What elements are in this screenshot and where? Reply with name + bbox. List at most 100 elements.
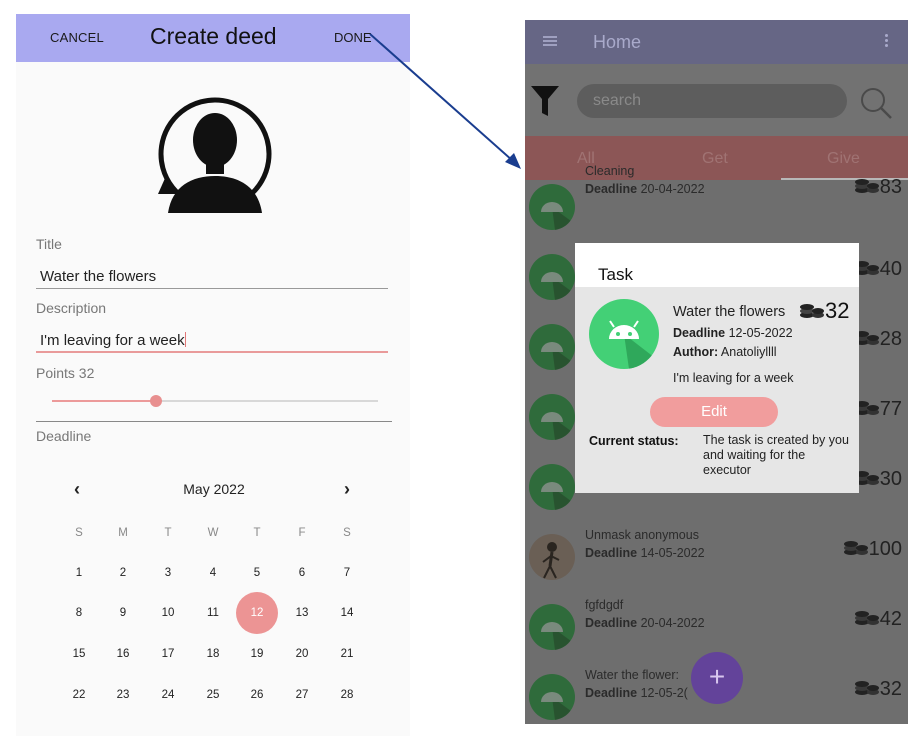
title-label: Title	[36, 236, 62, 252]
task-list-item[interactable]: Cleaning Deadline 20-04-2022 83	[525, 164, 908, 240]
android-avatar-icon	[529, 324, 575, 370]
task-points-value: 83	[879, 176, 902, 198]
dialog-deadline: Deadline 12-05-2022	[673, 326, 793, 340]
calendar-day[interactable]: 3	[153, 567, 183, 587]
filter-icon[interactable]	[531, 86, 559, 116]
calendar-day[interactable]: 8	[64, 607, 94, 627]
dialog-author-value: Anatoliyllll	[720, 345, 777, 359]
task-points-value: 28	[879, 328, 902, 350]
status-value: The task is created by you and waiting f…	[703, 433, 849, 477]
previous-month-icon[interactable]: ‹	[74, 479, 80, 500]
calendar-day[interactable]: 28	[332, 689, 362, 709]
dialog-task-title: Water the flowers	[673, 304, 786, 320]
search-icon[interactable]	[859, 86, 893, 120]
avatar-change-icon[interactable]	[154, 88, 276, 226]
android-avatar-icon	[529, 184, 575, 230]
android-avatar-icon	[529, 674, 575, 720]
task-points-value: 30	[879, 468, 902, 490]
author-word: Author:	[673, 345, 719, 359]
task-title: fgfdgdf	[585, 598, 624, 612]
task-deadline-value: 20-04-2022	[640, 616, 705, 630]
create-deed-screen: CANCEL Create deed DONE Title Water the …	[16, 14, 410, 736]
title-field[interactable]: Water the flowers	[40, 268, 156, 285]
task-deadline-value: 20-04-2022	[640, 182, 705, 196]
android-avatar-icon	[529, 394, 575, 440]
add-task-button[interactable]: +	[691, 652, 743, 704]
create-deed-toolbar: CANCEL Create deed DONE	[16, 14, 410, 62]
weekday-label: F	[298, 527, 306, 539]
deadline-word: Deadline	[585, 182, 638, 196]
points-divider	[36, 421, 392, 422]
calendar-day[interactable]: 20	[287, 648, 317, 668]
calendar-day[interactable]: 1	[64, 567, 94, 587]
calendar-day[interactable]: 11	[198, 607, 228, 627]
calendar-day[interactable]: 7	[332, 567, 362, 587]
task-title: Unmask anonymous	[585, 528, 699, 542]
search-placeholder: search	[593, 92, 642, 109]
task-points-value: 40	[879, 258, 902, 280]
tab-get[interactable]: Get	[702, 150, 728, 168]
next-month-icon[interactable]: ›	[344, 479, 350, 500]
weekday-label: W	[207, 527, 219, 539]
task-deadline: Deadline 12-05-2(	[585, 686, 688, 700]
task-deadline: Deadline 20-04-2022	[585, 616, 705, 630]
calendar-day[interactable]: 16	[108, 648, 138, 668]
calendar-month-label: May 2022	[183, 481, 245, 497]
calendar-day[interactable]: 2	[108, 567, 138, 587]
weekday-label: S	[343, 527, 351, 539]
weekday-label: T	[253, 527, 261, 539]
tab-give[interactable]: Give	[827, 150, 860, 168]
task-points-value: 77	[879, 398, 902, 420]
calendar-day[interactable]: 18	[198, 648, 228, 668]
calendar-day[interactable]: 14	[332, 607, 362, 627]
calendar-day[interactable]: 10	[153, 607, 183, 627]
task-points: 28	[854, 328, 902, 351]
calendar-day[interactable]: 22	[64, 689, 94, 709]
calendar-day[interactable]: 15	[64, 648, 94, 668]
done-button[interactable]: DONE	[334, 30, 372, 45]
task-points-value: 32	[879, 678, 902, 700]
cancel-button[interactable]: CANCEL	[50, 30, 104, 45]
deadline-label: Deadline	[36, 428, 92, 444]
calendar-day[interactable]: 17	[153, 648, 183, 668]
coins-icon	[800, 304, 824, 318]
dialog-author: Author: Anatoliyllll	[673, 345, 777, 359]
calendar-day[interactable]: 5	[242, 567, 272, 587]
task-deadline: Deadline 14-05-2022	[585, 546, 705, 560]
task-points: 77	[854, 398, 902, 421]
calendar-day[interactable]: 25	[198, 689, 228, 709]
calendar-day[interactable]: 21	[332, 648, 362, 668]
calendar-day[interactable]: 19	[242, 648, 272, 668]
calendar-day[interactable]: 6	[287, 567, 317, 587]
description-field[interactable]: I'm leaving for a week	[40, 332, 186, 349]
edit-button[interactable]: Edit	[650, 397, 778, 427]
weekday-label: M	[118, 527, 128, 539]
task-list-item[interactable]: Unmask anonymous Deadline 14-05-2022 100	[525, 520, 908, 590]
text-cursor	[184, 332, 186, 347]
task-dialog: Task Water the flowers 32 Deadline 12-05…	[575, 243, 859, 493]
points-slider-fill	[52, 400, 156, 402]
calendar-day[interactable]: 24	[153, 689, 183, 709]
more-vert-icon[interactable]	[885, 34, 888, 48]
calendar-day[interactable]: 27	[287, 689, 317, 709]
dialog-points: 32	[799, 298, 849, 324]
hamburger-menu-icon[interactable]	[543, 36, 557, 46]
points-slider-thumb[interactable]	[150, 395, 162, 407]
calendar-day[interactable]: 4	[198, 567, 228, 587]
points-label: Points 32	[36, 365, 95, 381]
calendar-day[interactable]: 12	[242, 607, 272, 627]
task-points: 30	[854, 468, 902, 491]
calendar-day[interactable]: 23	[108, 689, 138, 709]
task-points: 40	[854, 258, 902, 281]
task-points: 100	[843, 538, 902, 561]
task-list-item[interactable]: fgfdgdf Deadline 20-04-2022 42	[525, 590, 908, 660]
calendar-day[interactable]: 13	[287, 607, 317, 627]
task-points: 83	[854, 176, 902, 199]
calendar-day[interactable]: 26	[242, 689, 272, 709]
calendar-day[interactable]: 9	[108, 607, 138, 627]
android-avatar-icon	[589, 299, 659, 369]
description-field-underline	[36, 351, 388, 353]
task-title: Water the flower:	[585, 668, 680, 682]
android-avatar-icon	[529, 464, 575, 510]
deadline-word: Deadline	[585, 616, 638, 630]
